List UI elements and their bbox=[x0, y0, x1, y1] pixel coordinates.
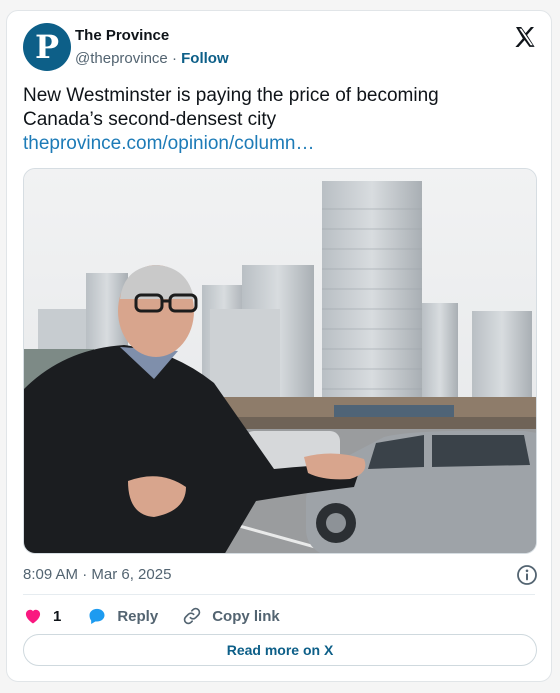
photo-illustration bbox=[24, 169, 536, 553]
reply-button[interactable]: Reply bbox=[87, 606, 182, 626]
tweet-link[interactable]: theprovince.com/opinion/column… bbox=[23, 132, 523, 156]
read-more-button[interactable]: Read more on X bbox=[23, 634, 537, 666]
heart-icon bbox=[25, 609, 41, 624]
tweet-body: New Westminster is paying the price of b… bbox=[23, 84, 523, 156]
x-logo-icon[interactable] bbox=[513, 25, 537, 49]
reply-icon bbox=[89, 608, 105, 624]
author-name[interactable]: The Province bbox=[75, 27, 169, 44]
author-handle[interactable]: @theprovince bbox=[75, 50, 168, 67]
like-count: 1 bbox=[53, 607, 62, 625]
separator-dot: · bbox=[171, 50, 177, 67]
follow-button[interactable]: Follow bbox=[181, 50, 229, 67]
copy-link-button[interactable]: Copy link bbox=[182, 606, 280, 626]
tweet-photo[interactable] bbox=[23, 168, 537, 554]
link-icon bbox=[183, 607, 201, 625]
author-handle-row: @theprovince · Follow bbox=[75, 50, 229, 67]
avatar[interactable]: P bbox=[23, 23, 71, 71]
divider bbox=[23, 594, 535, 595]
reply-label: Reply bbox=[117, 607, 159, 625]
tweet-timestamp[interactable]: 8:09 AM · Mar 6, 2025 bbox=[23, 566, 171, 583]
like-button[interactable]: 1 bbox=[23, 606, 87, 626]
read-more-label: Read more on X bbox=[226, 642, 334, 658]
tweet-card: P The Province @theprovince · Follow New… bbox=[6, 10, 552, 682]
avatar-letter: P bbox=[34, 28, 60, 66]
tweet-text: New Westminster is paying the price of b… bbox=[23, 85, 439, 130]
tweet-actions: 1 Reply Copy link bbox=[23, 604, 280, 628]
info-icon[interactable] bbox=[516, 564, 538, 586]
copy-link-label: Copy link bbox=[212, 607, 280, 625]
